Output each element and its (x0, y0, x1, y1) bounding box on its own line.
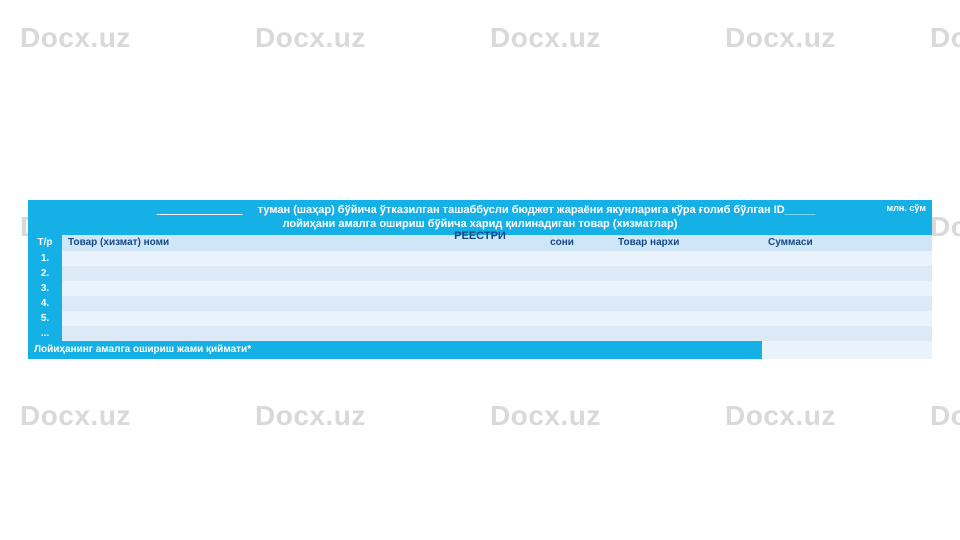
watermark: Docx.uz (20, 400, 131, 432)
watermark: Docx. (930, 22, 960, 54)
row-num: ... (28, 326, 62, 341)
table-row: ... (28, 326, 932, 341)
table-row: 1. (28, 251, 932, 266)
watermark: Docx.uz (255, 400, 366, 432)
row-num: 2. (28, 266, 62, 281)
header-unit: сони (512, 235, 612, 251)
row-num: 4. (28, 296, 62, 311)
title-body: туман (шаҳар) бўйича ўтказилган ташаббус… (255, 204, 816, 216)
header-name: Товар (хизмат) номи (62, 235, 512, 251)
header-price: Товар нархи (612, 235, 762, 251)
table-row: 2. (28, 266, 932, 281)
row-num: 1. (28, 251, 62, 266)
registry-table: Т/р Товар (хизмат) номи сони Товар нархи… (28, 235, 932, 359)
title-line2: лойиҳани амалга ошириш бўйича харид қили… (283, 218, 678, 230)
total-value (762, 341, 932, 359)
table-row: 4. (28, 296, 932, 311)
watermark: Docx.uz (490, 22, 601, 54)
watermark: Docx. (930, 400, 960, 432)
table-row: 3. (28, 281, 932, 296)
title-blank-1: ______________ (145, 203, 255, 217)
table-row: 5. (28, 311, 932, 326)
row-num: 3. (28, 281, 62, 296)
watermark: Docx.uz (725, 22, 836, 54)
total-label: Лойиҳанинг амалга ошириш жами қиймати* (28, 341, 762, 359)
watermark: Docx.uz (20, 22, 131, 54)
table-header-row: Т/р Товар (хизмат) номи сони Товар нархи… (28, 235, 932, 251)
watermark: Docx.uz (255, 22, 366, 54)
title-text: ______________ туман (шаҳар) бўйича ўтка… (145, 204, 816, 230)
watermark: Docx.uz (725, 400, 836, 432)
watermark: Docx.uz (490, 400, 601, 432)
row-num: 5. (28, 311, 62, 326)
document-content: ______________ туман (шаҳар) бўйича ўтка… (28, 200, 932, 359)
header-num: Т/р (28, 235, 62, 251)
watermark: Docx. (930, 211, 960, 243)
header-sum: Суммаси (762, 235, 932, 251)
amount-unit-label: млн. сўм (887, 203, 926, 215)
table-total-row: Лойиҳанинг амалга ошириш жами қиймати* (28, 341, 932, 359)
table-title: ______________ туман (шаҳар) бўйича ўтка… (28, 200, 932, 235)
